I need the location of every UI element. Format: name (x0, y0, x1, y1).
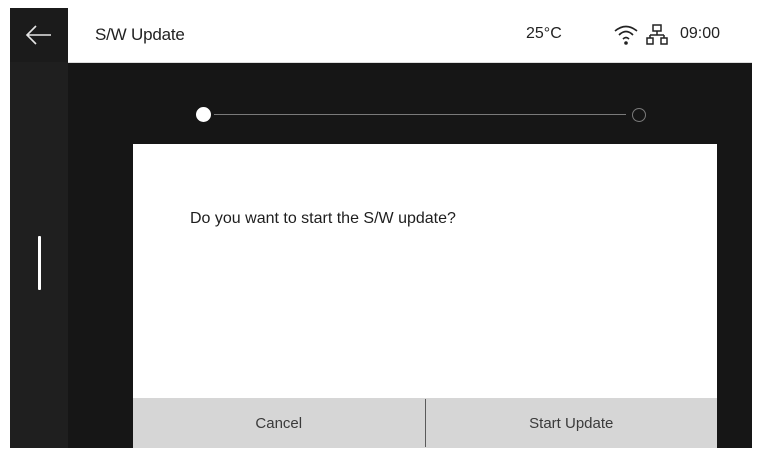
cancel-button[interactable]: Cancel (133, 398, 425, 448)
start-update-button[interactable]: Start Update (426, 398, 718, 448)
screen: S/W Update 25°C 09:00 Do you want to sta… (10, 8, 752, 448)
back-arrow-icon (25, 25, 51, 45)
network-icon (646, 24, 668, 45)
step-connector-line (214, 114, 626, 115)
top-bar: S/W Update 25°C 09:00 (68, 8, 752, 63)
device-frame: S/W Update 25°C 09:00 Do you want to sta… (0, 0, 760, 454)
back-button[interactable] (10, 8, 68, 62)
step-dot-next (632, 108, 646, 122)
dialog-actions: Cancel Start Update (133, 398, 717, 448)
step-dot-current (196, 107, 211, 122)
page-title: S/W Update (95, 25, 185, 44)
wifi-icon (614, 25, 638, 45)
temperature-readout: 25°C (526, 25, 562, 42)
confirm-dialog: Do you want to start the S/W update? Can… (133, 144, 717, 448)
dialog-message: Do you want to start the S/W update? (190, 210, 456, 227)
scroll-indicator (38, 236, 41, 290)
step-progress (196, 107, 656, 123)
sidebar (10, 8, 68, 448)
clock: 09:00 (680, 25, 721, 42)
